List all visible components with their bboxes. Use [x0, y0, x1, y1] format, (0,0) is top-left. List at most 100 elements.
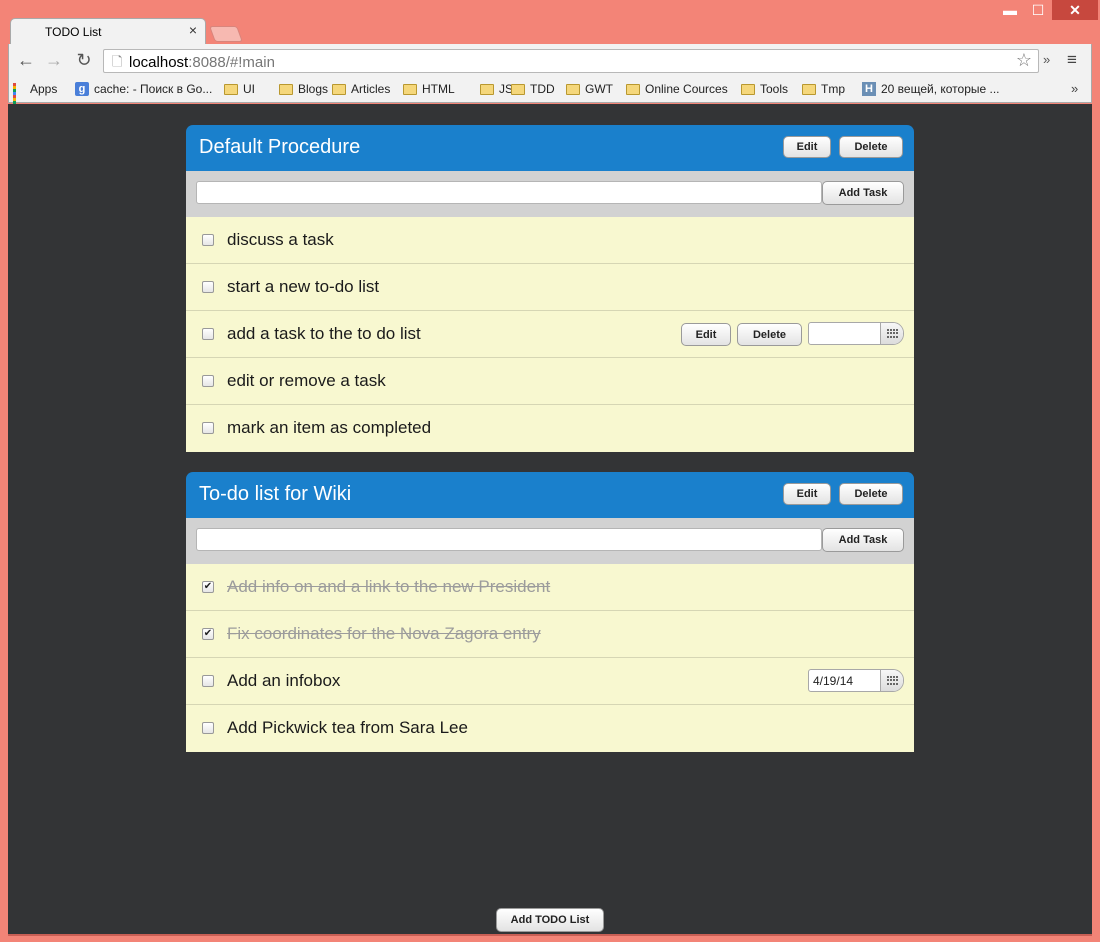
edit-list-button[interactable]: Edit: [783, 136, 831, 158]
new-task-input[interactable]: [196, 528, 822, 551]
h-icon: H: [862, 82, 876, 96]
bookmark-star-icon[interactable]: ☆: [1016, 50, 1032, 71]
bookmark-label: Blogs: [298, 82, 329, 96]
task-row: ✔ Fix coordinates for the Nova Zagora ent…: [186, 611, 914, 658]
task-checkbox[interactable]: [202, 722, 214, 734]
task-checkbox[interactable]: [202, 675, 214, 687]
bookmark-item[interactable]: GWT: [566, 82, 613, 96]
edit-list-button[interactable]: Edit: [783, 483, 831, 505]
browser-menu-icon[interactable]: ≡: [1067, 50, 1077, 70]
bookmark-item[interactable]: Blogs: [279, 82, 328, 96]
task-row: edit or remove a task: [186, 358, 914, 405]
bookmark-item[interactable]: Tmp: [802, 82, 845, 96]
bookmark-label: GWT: [585, 82, 613, 96]
bookmark-item[interactable]: g cache: - Поиск в Go...: [75, 82, 212, 96]
window-frame: [8, 934, 1092, 936]
task-row: add a task to the to do list Edit Delete: [186, 311, 914, 358]
tab-title: TODO List: [45, 25, 102, 39]
task-row: mark an item as completed: [186, 405, 914, 452]
bookmark-label: HTML: [422, 82, 455, 96]
url-text[interactable]: localhost:8088/#!main: [129, 54, 275, 71]
browser-tab[interactable]: TODO List ×: [10, 18, 206, 44]
task-list: discuss a task start a new to-do list add …: [186, 217, 914, 452]
task-text: add a task to the to do list: [227, 324, 421, 343]
folder-icon: [332, 83, 346, 95]
task-text: Fix coordinates for the Nova Zagora entr…: [227, 624, 541, 643]
add-task-button[interactable]: Add Task: [822, 181, 904, 205]
new-task-input[interactable]: [196, 181, 822, 204]
list-header: Default Procedure Edit Delete: [186, 125, 914, 171]
address-bar[interactable]: 🗋 localhost:8088/#!main ☆: [103, 49, 1039, 73]
bookmark-label: Tmp: [821, 82, 845, 96]
add-task-row: Add Task: [186, 518, 914, 564]
bookmark-item[interactable]: UI: [224, 82, 255, 96]
task-checkbox[interactable]: [202, 234, 214, 246]
bookmarks-overflow-icon[interactable]: »: [1071, 81, 1078, 96]
app-page: Default Procedure Edit Delete Add Task discu…: [8, 104, 1092, 934]
back-arrow-icon[interactable]: ←: [15, 50, 37, 71]
folder-icon: [802, 83, 816, 95]
task-row: Add an infobox 4/19/14: [186, 658, 914, 705]
bookmark-label: UI: [243, 82, 255, 96]
bookmark-item[interactable]: Online Cources: [626, 82, 728, 96]
bookmark-item[interactable]: Articles: [332, 82, 390, 96]
add-task-button[interactable]: Add Task: [822, 528, 904, 552]
task-row: discuss a task: [186, 217, 914, 264]
task-text: Add Pickwick tea from Sara Lee: [227, 718, 468, 737]
delete-list-button[interactable]: Delete: [839, 483, 903, 505]
reload-icon[interactable]: ↻: [73, 50, 95, 71]
window-close-icon[interactable]: ✕: [1052, 0, 1098, 20]
list-title: Default Procedure: [199, 136, 361, 158]
folder-icon: [566, 83, 580, 95]
task-row: ✔ Add info on and a link to the new Presi…: [186, 564, 914, 611]
page-icon: 🗋: [112, 54, 123, 69]
bookmark-item[interactable]: Apps: [13, 82, 58, 110]
task-checkbox[interactable]: [202, 281, 214, 293]
calendar-icon[interactable]: [880, 323, 903, 344]
apps-icon: [13, 83, 25, 110]
bookmark-label: TDD: [530, 82, 555, 96]
bookmark-item[interactable]: HTML: [403, 82, 455, 96]
calendar-icon[interactable]: [880, 670, 903, 691]
todo-list-card: To-do list for Wiki Edit Delete Add Task ✔ Ad…: [186, 472, 914, 752]
task-checkbox[interactable]: [202, 422, 214, 434]
new-tab-button[interactable]: [209, 26, 243, 42]
task-text: mark an item as completed: [227, 418, 432, 437]
maximize-icon[interactable]: ☐: [1024, 0, 1052, 20]
minimize-icon[interactable]: ▬: [996, 0, 1024, 20]
list-header: To-do list for Wiki Edit Delete: [186, 472, 914, 518]
bookmark-label: Tools: [760, 82, 789, 96]
folder-icon: [626, 83, 640, 95]
bookmarks-bar: Apps g cache: - Поиск в Go... UI Blogs Articl…: [8, 79, 1092, 110]
tab-strip: TODO List × ▬ ☐ ✕: [0, 0, 1100, 44]
add-todo-list-button[interactable]: Add TODO List: [496, 908, 604, 932]
tab-close-icon[interactable]: ×: [189, 22, 197, 38]
task-checkbox[interactable]: [202, 375, 214, 387]
bookmark-item[interactable]: H 20 вещей, которые ...: [862, 82, 1000, 96]
due-date-field[interactable]: [808, 322, 904, 345]
task-text: discuss a task: [227, 230, 334, 249]
forward-arrow-icon[interactable]: →: [43, 50, 65, 71]
delete-list-button[interactable]: Delete: [839, 136, 903, 158]
task-checkbox[interactable]: ✔: [202, 581, 214, 593]
bookmark-label: Online Cources: [645, 82, 728, 96]
task-checkbox[interactable]: ✔: [202, 628, 214, 640]
task-checkbox[interactable]: [202, 328, 214, 340]
task-list: ✔ Add info on and a link to the new Presi…: [186, 564, 914, 752]
add-task-row: Add Task: [186, 171, 914, 217]
due-date-field[interactable]: 4/19/14: [808, 669, 904, 692]
task-text: edit or remove a task: [227, 371, 386, 390]
bookmark-item[interactable]: TDD: [511, 82, 555, 96]
task-text: Add an infobox: [227, 671, 341, 690]
delete-task-button[interactable]: Delete: [737, 323, 802, 346]
bookmark-item[interactable]: JS: [480, 82, 513, 96]
folder-icon: [279, 83, 293, 95]
folder-icon: [224, 83, 238, 95]
extensions-overflow-icon[interactable]: »: [1043, 52, 1050, 67]
due-date-value: 4/19/14: [813, 674, 854, 688]
task-text: start a new to-do list: [227, 277, 380, 296]
bookmark-item[interactable]: Tools: [741, 82, 788, 96]
bookmark-label: cache: - Поиск в Go...: [94, 82, 213, 96]
bookmark-label: Apps: [30, 82, 58, 96]
edit-task-button[interactable]: Edit: [681, 323, 731, 346]
